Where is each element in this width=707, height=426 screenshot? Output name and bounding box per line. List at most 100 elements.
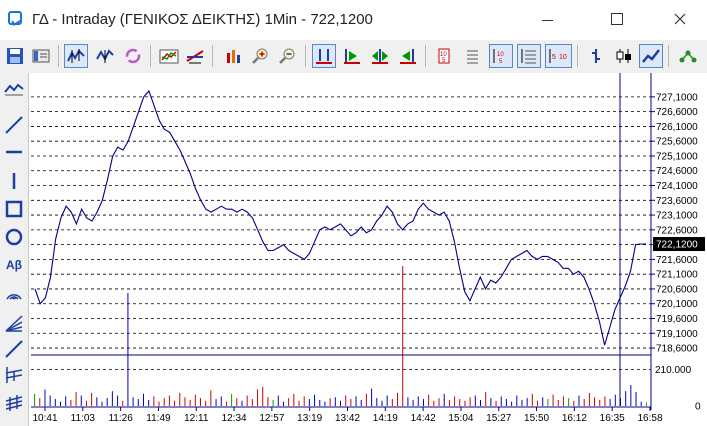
- zoom-in-icon: [252, 48, 268, 64]
- time-tick-label: 12:34: [222, 413, 247, 424]
- save-button[interactable]: [3, 44, 27, 68]
- time-tick-label: 13:42: [335, 413, 360, 424]
- fibonacci-icon: [5, 367, 23, 383]
- lines-button[interactable]: [517, 44, 541, 68]
- fan-icon: [5, 315, 23, 332]
- channel-tool-button[interactable]: [2, 391, 26, 415]
- minimize-icon: [541, 19, 553, 21]
- minimize-button[interactable]: [524, 4, 570, 34]
- current-price-label: 722,1200: [656, 240, 698, 251]
- app-logo-icon: [8, 11, 22, 25]
- settings-button[interactable]: 10 5: [432, 44, 456, 68]
- fit-icon: [316, 49, 332, 64]
- line-chart-tool-button[interactable]: [2, 77, 26, 101]
- price-tick-label: 727,1000: [656, 92, 698, 103]
- angle-line-icon: [5, 340, 23, 358]
- svg-text:5: 5: [499, 59, 503, 65]
- studies-button[interactable]: [183, 44, 207, 68]
- window-title: ΓΔ - Intraday (ΓΕΝΙΚΟΣ ΔΕΙΚΤΗΣ) 1Min - 7…: [32, 11, 373, 28]
- svg-text:10: 10: [559, 54, 567, 61]
- volume-tick-label: 210.000: [655, 365, 692, 376]
- share-button[interactable]: [676, 44, 700, 68]
- zoom-in-button[interactable]: [249, 44, 273, 68]
- ellipse-tool-button[interactable]: [2, 225, 26, 249]
- time-tick-label: 16:58: [637, 413, 662, 424]
- price-tick-label: 723,6000: [656, 196, 698, 207]
- toolbar-separator: [58, 45, 59, 67]
- play-button[interactable]: [340, 44, 364, 68]
- text-tool-button[interactable]: Aβ: [2, 253, 26, 277]
- buy-sell-button[interactable]: [222, 44, 246, 68]
- horizontal-line-icon: [6, 150, 22, 154]
- settings-icon: 105: [438, 48, 450, 64]
- angle-line-tool-button[interactable]: [2, 337, 26, 361]
- text-tool-icon: Aβ: [6, 258, 22, 272]
- price-chart[interactable]: 727,1000 726,6000 726,1000 725,6000 725,1000…: [29, 73, 707, 426]
- refresh-button[interactable]: [121, 44, 145, 68]
- step-icon: [372, 49, 388, 64]
- ellipse-icon: [5, 228, 23, 246]
- arc-tool-button[interactable]: [2, 281, 26, 305]
- indicators-button[interactable]: [157, 44, 181, 68]
- time-tick-label: 15:50: [524, 413, 549, 424]
- price-tick-label: 719,6000: [656, 314, 698, 325]
- s10-icon: 5 10: [549, 49, 567, 63]
- properties-icon: [32, 49, 50, 63]
- svg-text:10: 10: [497, 52, 504, 58]
- fit-button[interactable]: [312, 44, 336, 68]
- time-tick-label: 10:41: [32, 413, 57, 424]
- toolbar-separator: [668, 45, 669, 67]
- maximize-icon: [611, 13, 623, 25]
- fan-tool-button[interactable]: [2, 311, 26, 335]
- fibonacci-tool-button[interactable]: [2, 363, 26, 387]
- studies-icon: [186, 50, 204, 64]
- e10-button[interactable]: 10 5: [489, 44, 513, 68]
- drawing-toolbar: Aβ: [0, 73, 29, 426]
- chart-style-icon: [67, 49, 85, 63]
- bar-button[interactable]: [584, 44, 608, 68]
- time-tick-label: 16:12: [562, 413, 587, 424]
- zoom-out-button[interactable]: [276, 44, 300, 68]
- close-button[interactable]: [657, 4, 703, 34]
- time-tick-label: 11:49: [146, 413, 171, 424]
- candles-button[interactable]: [93, 44, 117, 68]
- candlestick-button[interactable]: [612, 44, 636, 68]
- s10-button[interactable]: 5 10: [545, 44, 572, 68]
- properties-button[interactable]: [29, 44, 53, 68]
- arc-icon: [6, 294, 22, 300]
- title-bar: ΓΔ - Intraday (ΓΕΝΙΚΟΣ ΔΕΙΚΤΗΣ) 1Min - 7…: [0, 0, 707, 40]
- channel-icon: [5, 395, 23, 411]
- time-tick-label: 11:26: [108, 413, 133, 424]
- line-chart-tool-icon: [4, 83, 24, 96]
- vertical-line-tool-button[interactable]: [2, 169, 26, 193]
- price-tick-label: 726,1000: [656, 122, 698, 133]
- price-tick-label: 724,1000: [656, 181, 698, 192]
- line-chart-icon: [642, 49, 660, 63]
- horizontal-line-tool-button[interactable]: [2, 140, 26, 164]
- line-chart-button[interactable]: [639, 44, 663, 68]
- step-button[interactable]: [368, 44, 392, 68]
- time-tick-label: 12:11: [184, 413, 209, 424]
- svg-text:5: 5: [552, 54, 556, 61]
- play-icon: [344, 49, 360, 64]
- share-icon: [679, 50, 697, 63]
- chart-style-button[interactable]: [64, 44, 88, 68]
- lines-icon: [521, 49, 536, 64]
- back-button[interactable]: [396, 44, 420, 68]
- zoom-out-icon: [279, 48, 295, 64]
- list-button[interactable]: [460, 44, 484, 68]
- time-tick-label: 15:04: [448, 413, 473, 424]
- buy-sell-icon: [227, 50, 240, 63]
- rectangle-tool-button[interactable]: [2, 197, 26, 221]
- maximize-button[interactable]: [594, 4, 640, 34]
- trendline-icon: [5, 116, 23, 134]
- candles-icon: [96, 49, 114, 63]
- bar-icon: [592, 49, 600, 63]
- price-tick-label: 722,6000: [656, 225, 698, 236]
- rectangle-icon: [5, 200, 23, 218]
- price-tick-label: 718,6000: [656, 344, 698, 355]
- trendline-tool-button[interactable]: [2, 113, 26, 137]
- main-toolbar: 10 5 10 5 5 10: [0, 40, 707, 74]
- time-tick-label: 15:27: [486, 413, 511, 424]
- toolbar-separator: [305, 45, 306, 67]
